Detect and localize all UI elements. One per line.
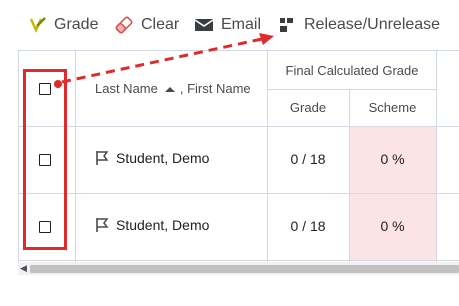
student-name-cell: Student, Demo: [95, 150, 209, 166]
eraser-icon: [115, 16, 133, 34]
name-column-header[interactable]: Last Name , First Name: [95, 81, 251, 96]
release-unrelease-label: Release/Unrelease: [304, 16, 441, 33]
final-calculated-grade-header: Final Calculated Grade: [285, 63, 419, 78]
last-name-sort-link[interactable]: Last Name: [95, 81, 158, 96]
release-unrelease-button[interactable]: Release/Unrelease: [279, 12, 440, 38]
grade-button[interactable]: Grade: [29, 12, 98, 38]
student-name: Student, Demo: [116, 150, 210, 166]
scheme-value: 0 %: [380, 218, 405, 234]
student-name: Student, Demo: [116, 217, 210, 233]
scheme-value: 0 %: [380, 151, 405, 167]
grades-table: Last Name , First Name Final Calculated …: [18, 50, 459, 262]
toolbar: Grade Clear Email Release/Unrelease: [0, 0, 459, 50]
grade-label: Grade: [54, 16, 99, 33]
flag-icon[interactable]: [95, 217, 109, 233]
email-label: Email: [221, 16, 262, 33]
flag-icon[interactable]: [95, 150, 109, 166]
grade-column-header: Grade: [289, 100, 327, 115]
sort-up-icon: [164, 86, 175, 92]
envelope-icon: [194, 19, 214, 31]
first-name-sort-link[interactable]: , First Name: [180, 81, 251, 96]
email-button[interactable]: Email: [194, 12, 261, 38]
scroll-left-icon[interactable]: ◀: [20, 262, 27, 275]
release-icon: [280, 18, 293, 32]
grade-icon: [29, 17, 46, 33]
checkbox-column-highlight: [23, 69, 67, 250]
scheme-column-header: Scheme: [368, 100, 417, 115]
clear-button[interactable]: Clear: [114, 12, 179, 38]
student-name-cell: Student, Demo: [95, 217, 209, 233]
grade-value: 0 / 18: [290, 218, 326, 234]
grade-value: 0 / 18: [290, 151, 326, 167]
clear-label: Clear: [141, 16, 180, 33]
scrollbar-thumb[interactable]: [30, 265, 459, 273]
horizontal-scrollbar[interactable]: ◀: [18, 262, 459, 275]
